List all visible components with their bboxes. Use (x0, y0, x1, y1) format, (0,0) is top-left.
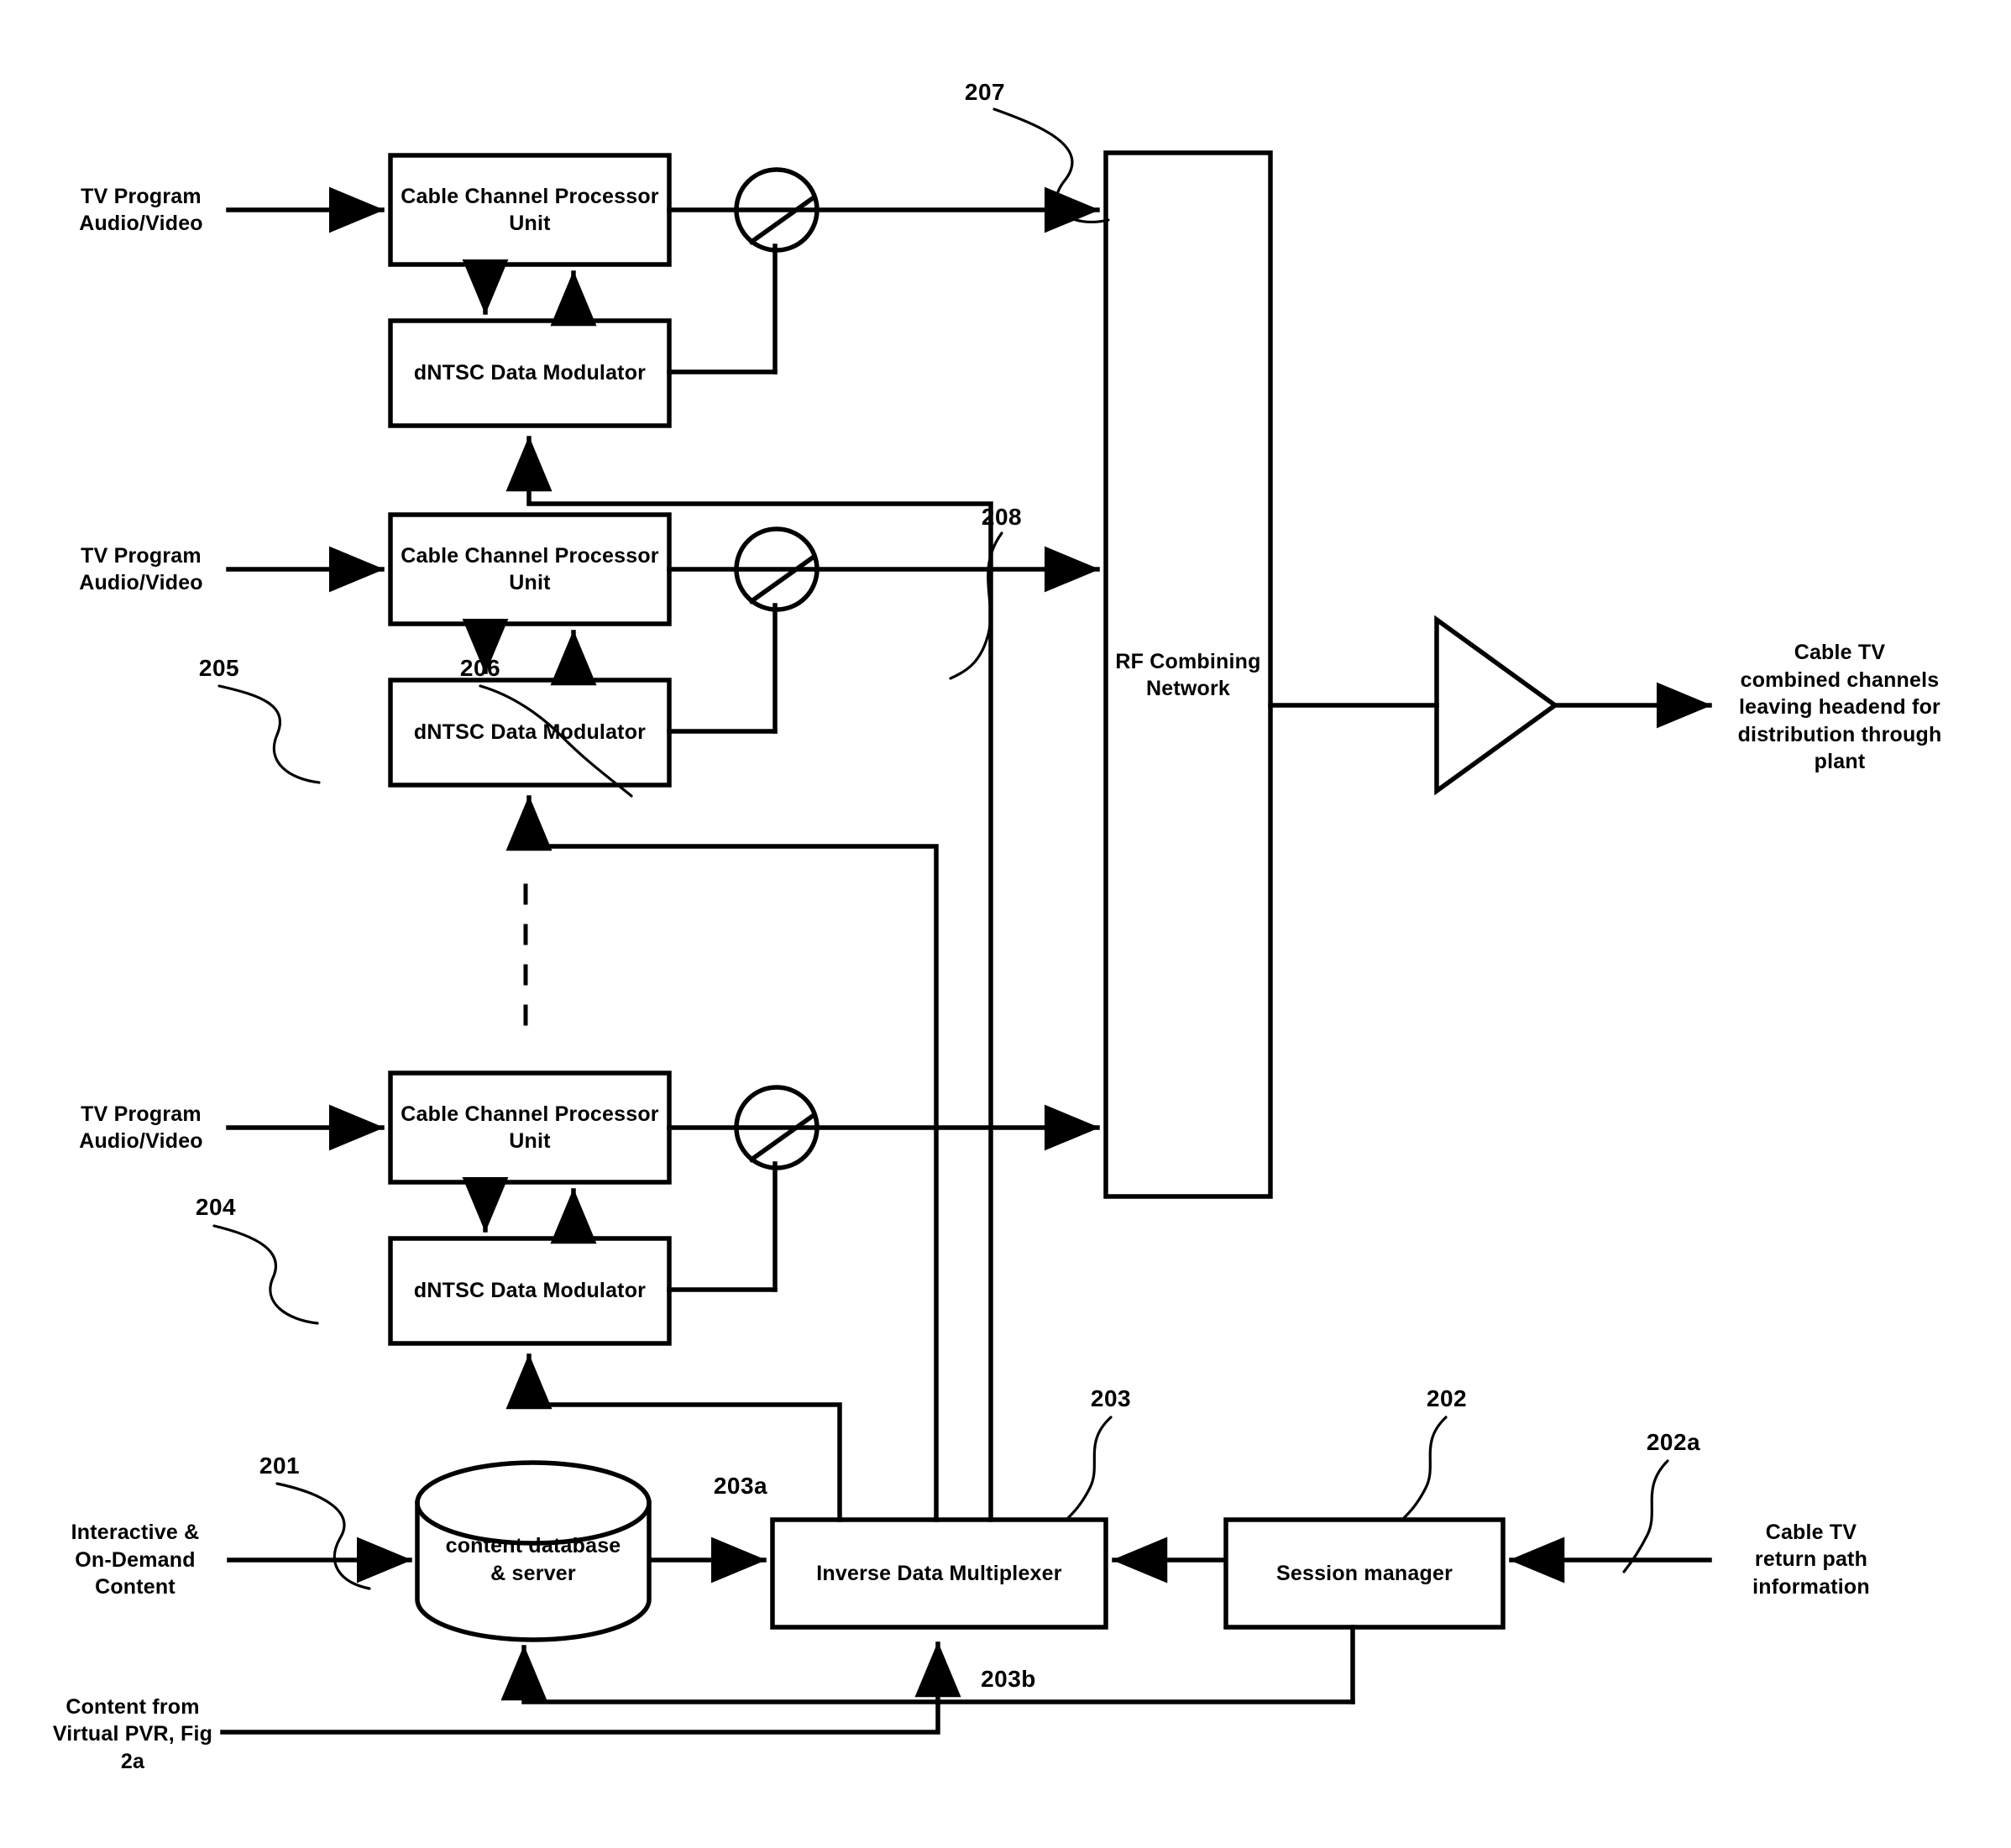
leader-202a (1622, 1459, 1669, 1573)
box-label-ccpu-3: Cable Channel Processor Unit (401, 1102, 659, 1154)
ref-208: 208 (981, 504, 1023, 530)
bus-idm-to-mod3 (505, 1353, 842, 1522)
ref-202: 202 (1426, 1385, 1468, 1411)
box-label-session-manager: Session manager (1275, 1561, 1453, 1585)
box-label-mod-2: dNTSC Data Modulator (413, 720, 647, 745)
combiner-3-slash (748, 1112, 816, 1163)
box-label-inverse-data-multiplexer: Inverse Data Multiplexer (816, 1561, 1062, 1585)
box-label-mod-1: dNTSC Data Modulator (413, 361, 647, 385)
box-label-content-database: content database & server (445, 1534, 621, 1585)
ref-205: 205 (198, 655, 240, 681)
patent-figure-page: Cable Channel Processor Unit dNTSC Data … (0, 0, 2011, 1848)
box-label-mod-3: dNTSC Data Modulator (413, 1279, 647, 1303)
leader-201 (275, 1482, 371, 1590)
leader-208 (949, 531, 1003, 680)
box-label-ccpu-2: Cable Channel Processor Unit (401, 543, 659, 595)
box-label-rf-combining-network: RF Combining Network (1115, 649, 1261, 701)
ref-202a: 202a (1646, 1429, 1701, 1455)
amplifier-triangle (1434, 615, 1559, 796)
label-cable-tv-return-path: Cable TV return path information (1752, 1520, 1870, 1599)
label-output-combined-channels: Cable TV combined channels leaving heade… (1737, 641, 1942, 774)
label-virtual-pvr: Content from Virtual PVR, Fig 2a (52, 1694, 213, 1773)
label-tv-program-1: TV Program Audio/Video (79, 184, 203, 236)
ref-203: 203 (1090, 1385, 1132, 1411)
ref-203b: 203b (981, 1666, 1036, 1692)
combiner-1-slash (748, 195, 816, 245)
line-feedback-left-to-db (500, 1645, 940, 1704)
leader-203 (1065, 1416, 1113, 1521)
leader-205 (217, 684, 321, 784)
leader-204 (212, 1224, 319, 1325)
combiner-2-slash (748, 554, 816, 605)
ref-203a: 203a (713, 1473, 768, 1499)
label-tv-program-2: TV Program Audio/Video (79, 543, 203, 595)
box-label-ccpu-1: Cable Channel Processor Unit (401, 184, 659, 236)
leader-202 (1401, 1416, 1448, 1521)
ref-206: 206 (459, 655, 501, 681)
ref-204: 204 (195, 1194, 237, 1220)
ref-207: 207 (964, 79, 1006, 105)
ref-201: 201 (259, 1453, 301, 1479)
line-pvr-in (220, 1699, 940, 1735)
leader-207 (992, 107, 1110, 224)
label-tv-program-3: TV Program Audio/Video (79, 1102, 203, 1154)
label-interactive-content: Interactive & On-Demand Content (71, 1521, 200, 1599)
